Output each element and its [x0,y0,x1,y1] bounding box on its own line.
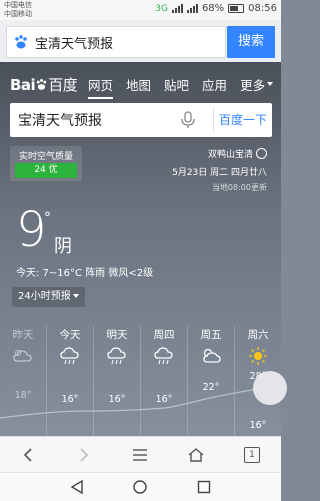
chevron-down-icon [267,81,274,92]
chevron-down-icon [72,294,79,298]
forecast-temp-extra: 16° [249,420,267,431]
nav-item-more[interactable]: 更多 [240,72,274,99]
main-search-input[interactable]: 宝清天气预报 [18,110,102,130]
baidu-paw-icon [15,35,27,49]
hourly-forecast-label: 24小时预报 [18,291,71,302]
browser-search-button[interactable]: 搜索 [227,26,275,58]
baidu-nav: Bai 百度 网页 地图 贴吧 应用 更多 [0,62,281,104]
date-text: 5月23日 周二 四月廿八 [172,168,267,178]
cloudy-icon [13,350,32,362]
today-detail: 今天: 7~16°C 阵雨 微风<2级 [16,268,154,279]
clock: 08:56 [248,3,277,14]
network-type: 3G [155,3,168,14]
carrier-1: 中国电信 [4,1,32,9]
aqi-badge: 24 优 [15,163,77,178]
carrier-2: 中国移动 [4,10,32,18]
browser-search-bar: 宝清天气预报 搜索 [0,20,281,62]
home-button[interactable] [168,437,224,473]
forward-arrow-icon [80,448,89,462]
menu-icon [133,449,147,461]
forecast-day[interactable]: 昨天 18° [0,318,46,436]
forecast-day[interactable]: 明天 16° [94,318,140,436]
forecast-day-label: 周六 [247,329,269,341]
forecast-strip: 昨天 18° 今天 16° 明天 16° 周四 16° 周五 22° 周六 28… [0,318,281,436]
forecast-day[interactable]: 周四 16° [141,318,187,436]
forecast-day-label: 明天 [106,329,128,341]
forecast-day-label: 周四 [153,329,175,341]
microphone-icon[interactable] [178,111,198,129]
tab-count: 1 [244,447,260,463]
browser-query-input[interactable]: 宝清天气预报 [6,26,226,58]
air-quality-box[interactable]: 实时空气质量 24 优 [10,146,82,181]
back-button[interactable] [0,437,56,473]
baidu-search-button[interactable]: 百度一下 [214,103,272,137]
forecast-day-label: 昨天 [12,329,34,341]
baidu-logo[interactable]: Bai 百度 [10,74,78,95]
update-time: 当地08:00更新 [211,183,267,192]
status-bar: 中国电信 中国移动 3G 68% 08:56 [0,0,281,20]
nav-more-label: 更多 [240,78,266,93]
nav-item-tieba[interactable]: 贴吧 [164,72,189,99]
logo-prefix: Bai [10,76,36,94]
forecast-day[interactable]: 周五 22° [188,318,234,436]
location-name: 双鸭山宝清 [207,150,253,160]
nav-item-map[interactable]: 地图 [126,72,151,99]
menu-button[interactable] [112,437,168,473]
signal-icon-2 [186,4,198,13]
rain-icon [107,347,126,365]
home-icon [188,448,204,462]
logo-suffix: 百度 [48,76,78,94]
location[interactable]: 双鸭山宝清 [208,147,267,160]
partly-cloudy-icon [203,348,221,363]
rain-icon [60,347,79,365]
floating-button[interactable] [253,371,287,405]
sunny-icon [249,347,267,365]
nav-items: 网页 地图 贴吧 应用 更多 [88,72,274,99]
hourly-forecast-button[interactable]: 24小时预报 [12,287,85,307]
rain-icon [154,347,173,365]
back-arrow-icon [23,448,32,462]
battery-icon [228,4,245,13]
nav-item-web[interactable]: 网页 [88,72,114,99]
battery-percent: 68% [201,3,225,14]
browser-toolbar: 1 [0,436,281,473]
current-temperature: 9 [16,202,47,258]
android-back-icon[interactable] [68,478,86,496]
forecast-day-label: 今天 [59,329,81,341]
current-condition: 阴 [54,236,72,257]
forecast-temp: 16° [155,394,173,405]
forecast-temp: 22° [202,382,220,393]
android-home-icon[interactable] [131,478,149,496]
forecast-temp: 18° [14,390,32,401]
forward-button[interactable] [56,437,112,473]
nav-item-apps[interactable]: 应用 [202,72,227,99]
forecast-day-label: 周五 [200,329,222,341]
forecast-temp: 16° [108,394,126,405]
status-right: 3G 68% 08:56 [155,3,277,14]
main-search-box: 宝清天气预报 百度一下 [10,103,272,137]
browser-query-text: 宝清天气预报 [35,37,114,52]
android-navigation-bar [0,472,281,501]
forecast-temp: 16° [61,394,79,405]
tabs-button[interactable]: 1 [224,437,280,473]
switch-location-icon [256,148,267,159]
android-recents-icon[interactable] [195,478,213,496]
carrier-info: 中国电信 中国移动 [4,1,32,19]
signal-icon [171,4,183,13]
degree-symbol: ° [44,210,51,226]
aqi-label: 实时空气质量 [18,152,73,162]
forecast-day[interactable]: 今天 16° [47,318,93,436]
baidu-paw-icon [36,78,47,90]
